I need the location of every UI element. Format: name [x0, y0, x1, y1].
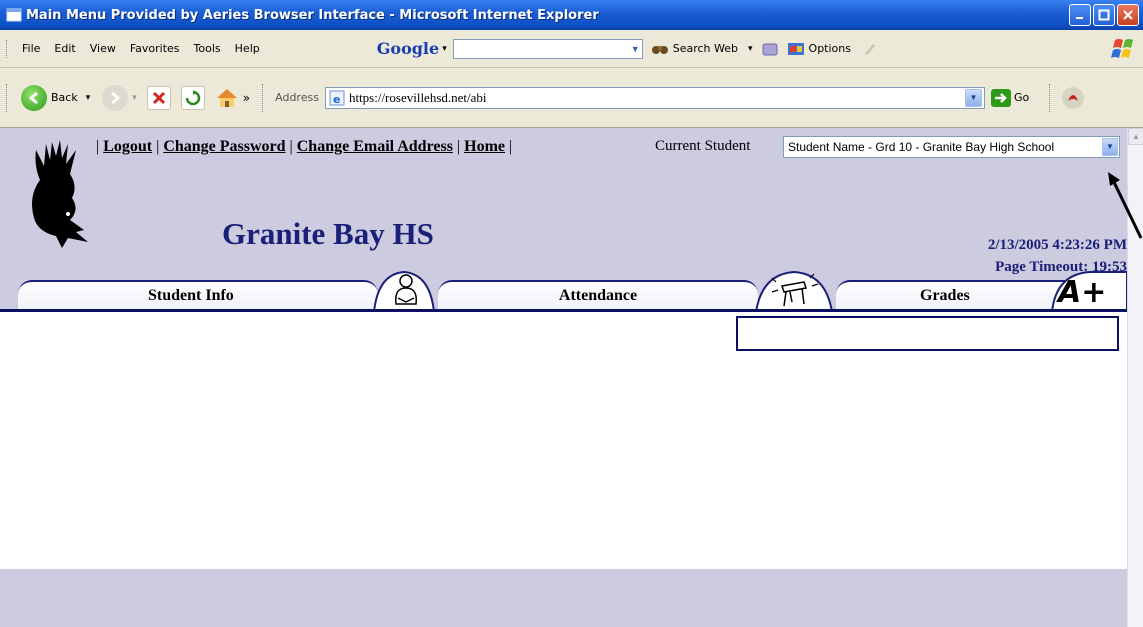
highlighter-icon	[864, 43, 875, 55]
pdf-icon[interactable]	[1060, 85, 1086, 111]
tab-grades-label: Grades	[920, 287, 970, 304]
address-label: Address	[275, 91, 319, 104]
chevron-down-icon: ▼	[969, 93, 978, 102]
a-plus-icon: A+	[1051, 271, 1127, 312]
tab-attendance[interactable]: Attendance	[438, 280, 758, 310]
google-toolbar: Google ▾ ▼ Search Web ▾ Options	[377, 38, 877, 59]
toolbar-grip[interactable]	[262, 83, 265, 112]
stop-button[interactable]	[146, 85, 171, 110]
forward-button[interactable]: ▾	[102, 84, 137, 111]
pagerank-button[interactable]	[761, 41, 779, 57]
chevron-down-icon[interactable]: ▾	[86, 93, 91, 103]
svg-text:e: e	[333, 93, 340, 106]
top-links: | Logout | Change Password | Change Emai…	[96, 138, 512, 156]
page-content: | Logout | Change Password | Change Emai…	[0, 128, 1127, 627]
chevron-down-icon[interactable]: ▼	[631, 44, 640, 54]
google-search-input[interactable]: ▼	[452, 38, 643, 59]
scroll-up-button[interactable]: ▲	[1128, 128, 1143, 145]
student-reading-icon	[373, 270, 435, 312]
school-desk-icon	[755, 270, 833, 312]
options-icon	[787, 42, 804, 55]
search-web-button[interactable]: Search Web ▾	[651, 42, 753, 56]
change-password-link[interactable]: Change Password	[163, 138, 285, 155]
options-button[interactable]: Options	[787, 41, 877, 57]
logout-link[interactable]: Logout	[103, 138, 152, 155]
home-icon	[216, 88, 237, 107]
menu-file[interactable]: File	[15, 42, 47, 55]
toolbar-grip[interactable]	[1049, 83, 1052, 112]
main-panel	[0, 312, 1127, 569]
school-name: Granite Bay HS	[222, 216, 434, 251]
forward-arrow-icon	[102, 84, 129, 111]
back-arrow-icon	[21, 84, 47, 111]
minimize-icon	[1076, 17, 1083, 19]
address-input[interactable]: e https://rosevillehsd.net/abi ▼	[324, 86, 985, 109]
minimize-button[interactable]	[1069, 4, 1091, 26]
google-menu-button[interactable]: Google	[377, 39, 439, 58]
toolbar-grip[interactable]	[6, 39, 9, 58]
a-plus-text: A+	[1056, 275, 1106, 310]
message-box	[736, 316, 1119, 351]
ie-window-icon	[6, 8, 22, 22]
window-title: Main Menu Provided by Aeries Browser Int…	[26, 7, 599, 23]
go-arrow-icon	[990, 88, 1011, 107]
maximize-icon	[1098, 9, 1110, 21]
menu-edit[interactable]: Edit	[47, 42, 82, 55]
stop-icon	[152, 91, 165, 104]
close-icon	[1123, 10, 1133, 20]
link-separator: |	[152, 138, 164, 155]
toolbar-overflow-icon[interactable]: »	[243, 91, 250, 105]
link-separator: |	[505, 138, 513, 155]
chevron-down-icon: ▼	[1106, 142, 1114, 151]
tab-student-info[interactable]: Student Info	[18, 280, 378, 310]
chevron-down-icon[interactable]: ▾	[442, 43, 447, 54]
ie-page-icon: e	[329, 90, 345, 106]
home-link[interactable]: Home	[464, 138, 505, 155]
student-dropdown-button[interactable]: ▼	[1102, 138, 1118, 156]
pagerank-icon	[762, 43, 778, 55]
back-label: Back	[51, 91, 78, 104]
options-label: Options	[808, 42, 851, 55]
student-select-value: Student Name - Grd 10 - Granite Bay High…	[788, 140, 1055, 154]
change-email-link[interactable]: Change Email Address	[297, 138, 453, 155]
main-tabs: Student Info Attendance Grades A+	[0, 268, 1127, 312]
link-separator: |	[285, 138, 297, 155]
tab-student-info-label: Student Info	[148, 287, 234, 304]
window-titlebar[interactable]: Main Menu Provided by Aeries Browser Int…	[0, 0, 1143, 30]
menu-tools[interactable]: Tools	[187, 42, 228, 55]
refresh-button[interactable]	[180, 85, 205, 110]
chevron-down-icon[interactable]: ▾	[132, 93, 137, 103]
address-url: https://rosevillehsd.net/abi	[348, 89, 487, 105]
student-select[interactable]: Student Name - Grd 10 - Granite Bay High…	[783, 136, 1120, 158]
navigation-toolbar: Back ▾ ▾ » Address e https://rosevillehs…	[0, 68, 1143, 128]
menu-favorites[interactable]: Favorites	[123, 42, 187, 55]
refresh-icon	[185, 89, 200, 105]
menu-view[interactable]: View	[83, 42, 123, 55]
chevron-down-icon[interactable]: ▾	[748, 44, 753, 54]
go-label: Go	[1013, 91, 1030, 104]
search-web-label: Search Web	[672, 42, 738, 55]
annotation-arrow-icon	[1108, 172, 1143, 239]
address-dropdown-button[interactable]: ▼	[964, 88, 982, 107]
close-button[interactable]	[1117, 4, 1139, 26]
maximize-button[interactable]	[1093, 4, 1115, 26]
binoculars-icon	[651, 45, 668, 54]
tab-attendance-label: Attendance	[558, 287, 638, 304]
windows-logo-icon	[1111, 39, 1133, 58]
menu-help[interactable]: Help	[228, 42, 267, 55]
go-button[interactable]: Go	[990, 88, 1030, 107]
back-button[interactable]: Back ▾	[21, 84, 91, 111]
current-student-label: Current Student	[655, 138, 751, 154]
home-button[interactable]	[215, 86, 239, 110]
eagle-logo	[32, 140, 88, 248]
toolbar-grip[interactable]	[6, 83, 9, 112]
link-separator: |	[452, 138, 465, 155]
menu-bar: File Edit View Favorites Tools Help Goog…	[0, 30, 1143, 68]
